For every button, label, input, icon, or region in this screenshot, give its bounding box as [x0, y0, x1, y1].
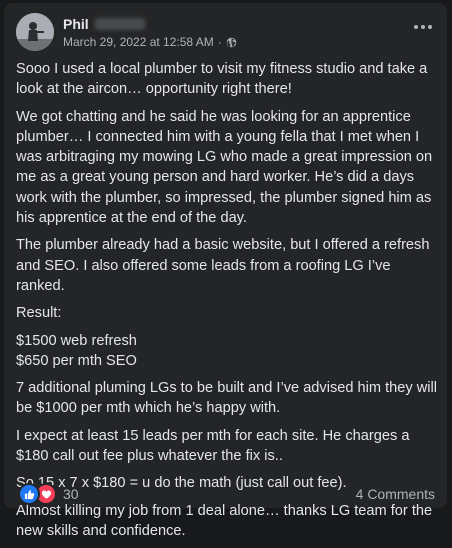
meta-separator: · [217, 35, 222, 49]
reaction-count[interactable]: 30 [63, 486, 79, 502]
result-line: $650 per mth SEO [16, 352, 137, 369]
post-paragraph: Result: [16, 305, 62, 322]
like-icon [18, 483, 40, 505]
post-paragraph: We got chatting and he said he was looki… [16, 108, 433, 227]
reactions-summary[interactable]: 30 [18, 483, 79, 505]
post-text: Sooo I used a local plumber to visit my … [16, 59, 438, 548]
post-meta: March 29, 2022 at 12:58 AM · [63, 34, 237, 50]
result-line: $1500 web refresh [16, 332, 137, 349]
post-paragraph: Almost killing my job from 1 deal alone…… [16, 502, 433, 539]
post-paragraph: 7 additional pluming LGs to be built and… [16, 380, 438, 417]
comments-count-link[interactable]: 4 Comments [356, 486, 435, 502]
post-timestamp[interactable]: March 29, 2022 at 12:58 AM [63, 35, 214, 49]
post-paragraph: The plumber already had a basic website,… [16, 237, 430, 294]
avatar[interactable] [16, 13, 54, 51]
more-dot-3 [428, 25, 432, 29]
author-name[interactable]: Phil [63, 16, 89, 32]
post-header: Phil March 29, 2022 at 12:58 AM · [16, 13, 437, 53]
globe-icon [226, 37, 237, 48]
more-dot-2 [421, 25, 425, 29]
post-paragraph: Sooo I used a local plumber to visit my … [16, 61, 428, 98]
post-paragraph: I expect at least 15 leads per mth for e… [16, 427, 410, 465]
post-card: Phil March 29, 2022 at 12:58 AM · Sooo I… [4, 3, 447, 539]
more-dot-1 [414, 25, 418, 29]
redacted-surname [94, 18, 145, 30]
more-options-icon[interactable] [409, 17, 437, 37]
author-row: Phil [63, 15, 145, 33]
post-footer: 30 4 Comments [18, 483, 435, 505]
